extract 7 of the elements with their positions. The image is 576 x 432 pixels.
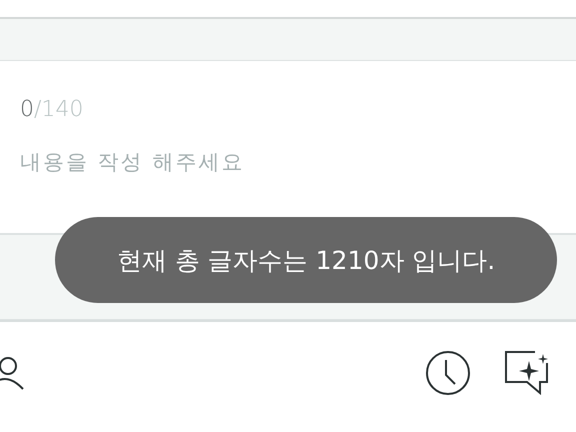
clock-icon[interactable] <box>425 350 471 396</box>
toast-message: 현재 총 글자수는 1210자 입니다. <box>55 217 557 303</box>
character-limit: /140 <box>34 97 84 122</box>
profile-icon[interactable] <box>0 355 25 391</box>
content-input[interactable]: 내용을 작성 해주세요 <box>20 150 440 174</box>
ai-chat-icon[interactable] <box>505 351 550 395</box>
character-count: 0 <box>20 97 34 122</box>
